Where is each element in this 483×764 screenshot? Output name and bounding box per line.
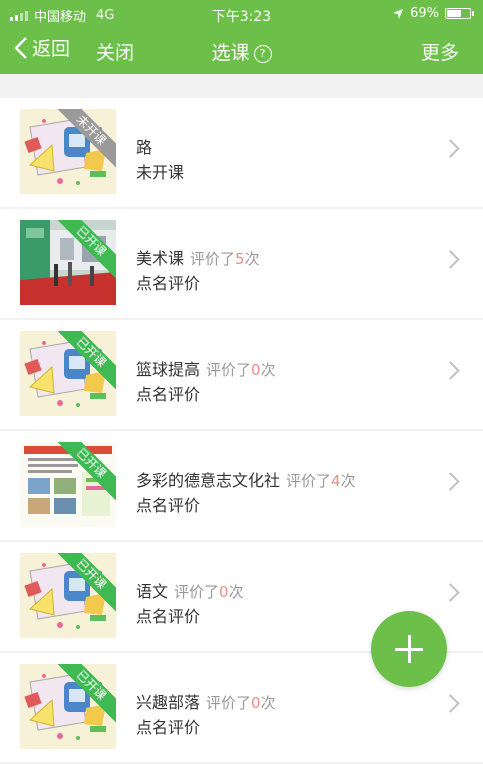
course-name-line: 路 [136, 134, 152, 158]
status-right: 69% [392, 6, 474, 21]
eval-count: 5 [235, 250, 245, 268]
course-name: 兴趣部落 [136, 693, 201, 712]
eval-suffix: 次 [340, 472, 356, 490]
more-button[interactable]: 更多 [421, 38, 459, 65]
course-name-line: 多彩的德意志文化社 评价了4次 [136, 467, 356, 491]
eval-prefix: 评价了 [206, 694, 252, 712]
course-eval: 评价了0次 [206, 361, 276, 379]
course-subtitle: 点名评价 [136, 718, 201, 737]
course-name: 语文 [136, 582, 169, 601]
eval-count: 0 [251, 694, 261, 712]
course-name: 路 [136, 138, 153, 157]
eval-prefix: 评价了 [206, 361, 252, 379]
chevron-right-icon [441, 583, 460, 602]
location-arrow-icon [393, 8, 404, 19]
chevron-right-icon [441, 694, 460, 713]
course-name: 美术课 [136, 249, 185, 268]
course-subtitle: 点名评价 [136, 607, 201, 626]
course-eval: 评价了0次 [174, 583, 244, 601]
course-row[interactable]: 未开课 路 未开课 [0, 98, 483, 207]
course-eval: 评价了0次 [206, 694, 276, 712]
eval-count: 0 [219, 583, 229, 601]
chevron-right-icon [441, 361, 460, 380]
help-icon[interactable]: ? [253, 45, 272, 63]
course-thumbnail: 已开课 [20, 442, 116, 527]
chevron-right-icon [441, 472, 460, 491]
battery-percent: 69% [410, 6, 439, 21]
course-name-line: 篮球提高 评价了0次 [136, 356, 276, 380]
page-title: 选课? [0, 38, 483, 65]
course-row[interactable]: 已开课 篮球提高 评价了0次 点名评价 [0, 320, 483, 429]
course-subtitle: 未开课 [136, 163, 185, 182]
eval-prefix: 评价了 [286, 472, 332, 490]
course-subtitle: 点名评价 [136, 274, 201, 293]
nav-bar: 返回 关闭 选课? 更多 [0, 30, 483, 68]
course-thumbnail: 已开课 [20, 220, 116, 305]
battery-icon [445, 8, 474, 19]
course-thumbnail: 已开课 [20, 553, 116, 638]
eval-suffix: 次 [228, 583, 244, 601]
eval-count: 0 [251, 361, 261, 379]
course-name: 多彩的德意志文化社 [136, 471, 281, 490]
header: 中国移动 4G 下午3:23 69% 返回 关闭 选课? 更多 [0, 0, 483, 74]
course-name-line: 美术课 评价了5次 [136, 245, 260, 269]
course-row[interactable]: 已开课 美术课 评价了5次 点名评价 [0, 209, 483, 318]
course-eval: 评价了4次 [286, 472, 356, 490]
page-title-text: 选课 [211, 42, 250, 64]
course-thumbnail: 已开课 [20, 664, 116, 749]
eval-suffix: 次 [260, 361, 276, 379]
eval-prefix: 评价了 [174, 583, 220, 601]
chevron-right-icon [441, 139, 460, 158]
eval-suffix: 次 [244, 250, 260, 268]
eval-prefix: 评价了 [190, 250, 236, 268]
eval-count: 4 [331, 472, 341, 490]
course-name-line: 兴趣部落 评价了0次 [136, 689, 276, 713]
course-subtitle: 点名评价 [136, 496, 201, 515]
battery-fill [447, 10, 461, 17]
chevron-right-icon [441, 250, 460, 269]
course-name: 篮球提高 [136, 360, 201, 379]
add-course-button[interactable] [371, 611, 447, 687]
course-name-line: 语文 评价了0次 [136, 578, 244, 602]
course-eval: 评价了5次 [190, 250, 260, 268]
eval-suffix: 次 [260, 694, 276, 712]
course-thumbnail: 已开课 [20, 331, 116, 416]
course-subtitle: 点名评价 [136, 385, 201, 404]
status-bar: 中国移动 4G 下午3:23 69% [0, 4, 483, 25]
course-row[interactable]: 已开课 多彩的德意志文化社 评价了4次 点名评价 [0, 431, 483, 540]
course-thumbnail: 未开课 [20, 109, 116, 194]
